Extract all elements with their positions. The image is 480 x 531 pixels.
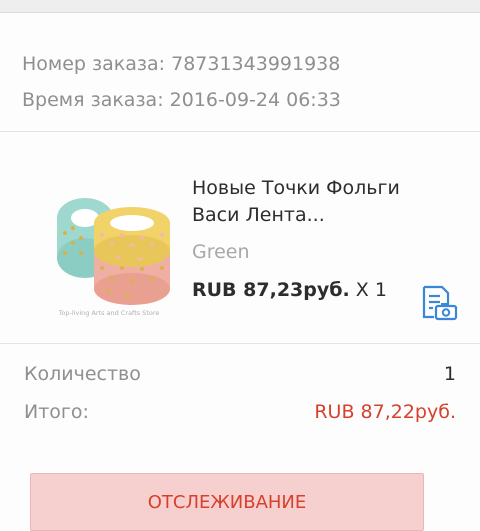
quantity-row: Количество 1 [24, 363, 456, 385]
order-time-label: Время заказа: [22, 89, 164, 111]
price-line: RUB 87,23руб. X 1 [192, 279, 387, 301]
product-quantity: X 1 [355, 279, 387, 301]
image-watermark: Top-living Arts and Crafts Store [58, 309, 160, 317]
order-number-value: 78731343991938 [171, 53, 341, 75]
track-button[interactable]: ОТСЛЕЖИВАНИЕ [30, 473, 424, 531]
product-title[interactable]: Новые Точки Фольги Васи Лента... [192, 175, 462, 229]
quantity-value: 1 [443, 363, 456, 385]
order-number-row: Номер заказа: 78731343991938 [22, 51, 341, 87]
product-image[interactable]: Top-living Arts and Crafts Store [40, 173, 178, 323]
product-title-line1: Новые Точки Фольги [192, 177, 400, 199]
top-strip [0, 0, 480, 12]
order-time-value: 2016-09-24 06:33 [169, 89, 341, 111]
product-price: RUB 87,23руб. [192, 279, 350, 301]
product-title-line2: Васи Лента... [192, 204, 325, 226]
order-info: Номер заказа: 78731343991938 Время заказ… [22, 51, 341, 123]
total-label: Итого: [24, 401, 89, 423]
total-value: RUB 87,22руб. [314, 401, 456, 423]
order-time-row: Время заказа: 2016-09-24 06:33 [22, 87, 341, 123]
divider [0, 343, 480, 344]
review-photo-icon[interactable] [418, 283, 458, 323]
divider [0, 131, 480, 132]
order-number-label: Номер заказа: [22, 53, 166, 75]
order-card: Номер заказа: 78731343991938 Время заказ… [0, 12, 480, 531]
product-variant: Green [192, 241, 250, 263]
quantity-label: Количество [24, 363, 141, 385]
total-row: Итого: RUB 87,22руб. [24, 401, 456, 423]
